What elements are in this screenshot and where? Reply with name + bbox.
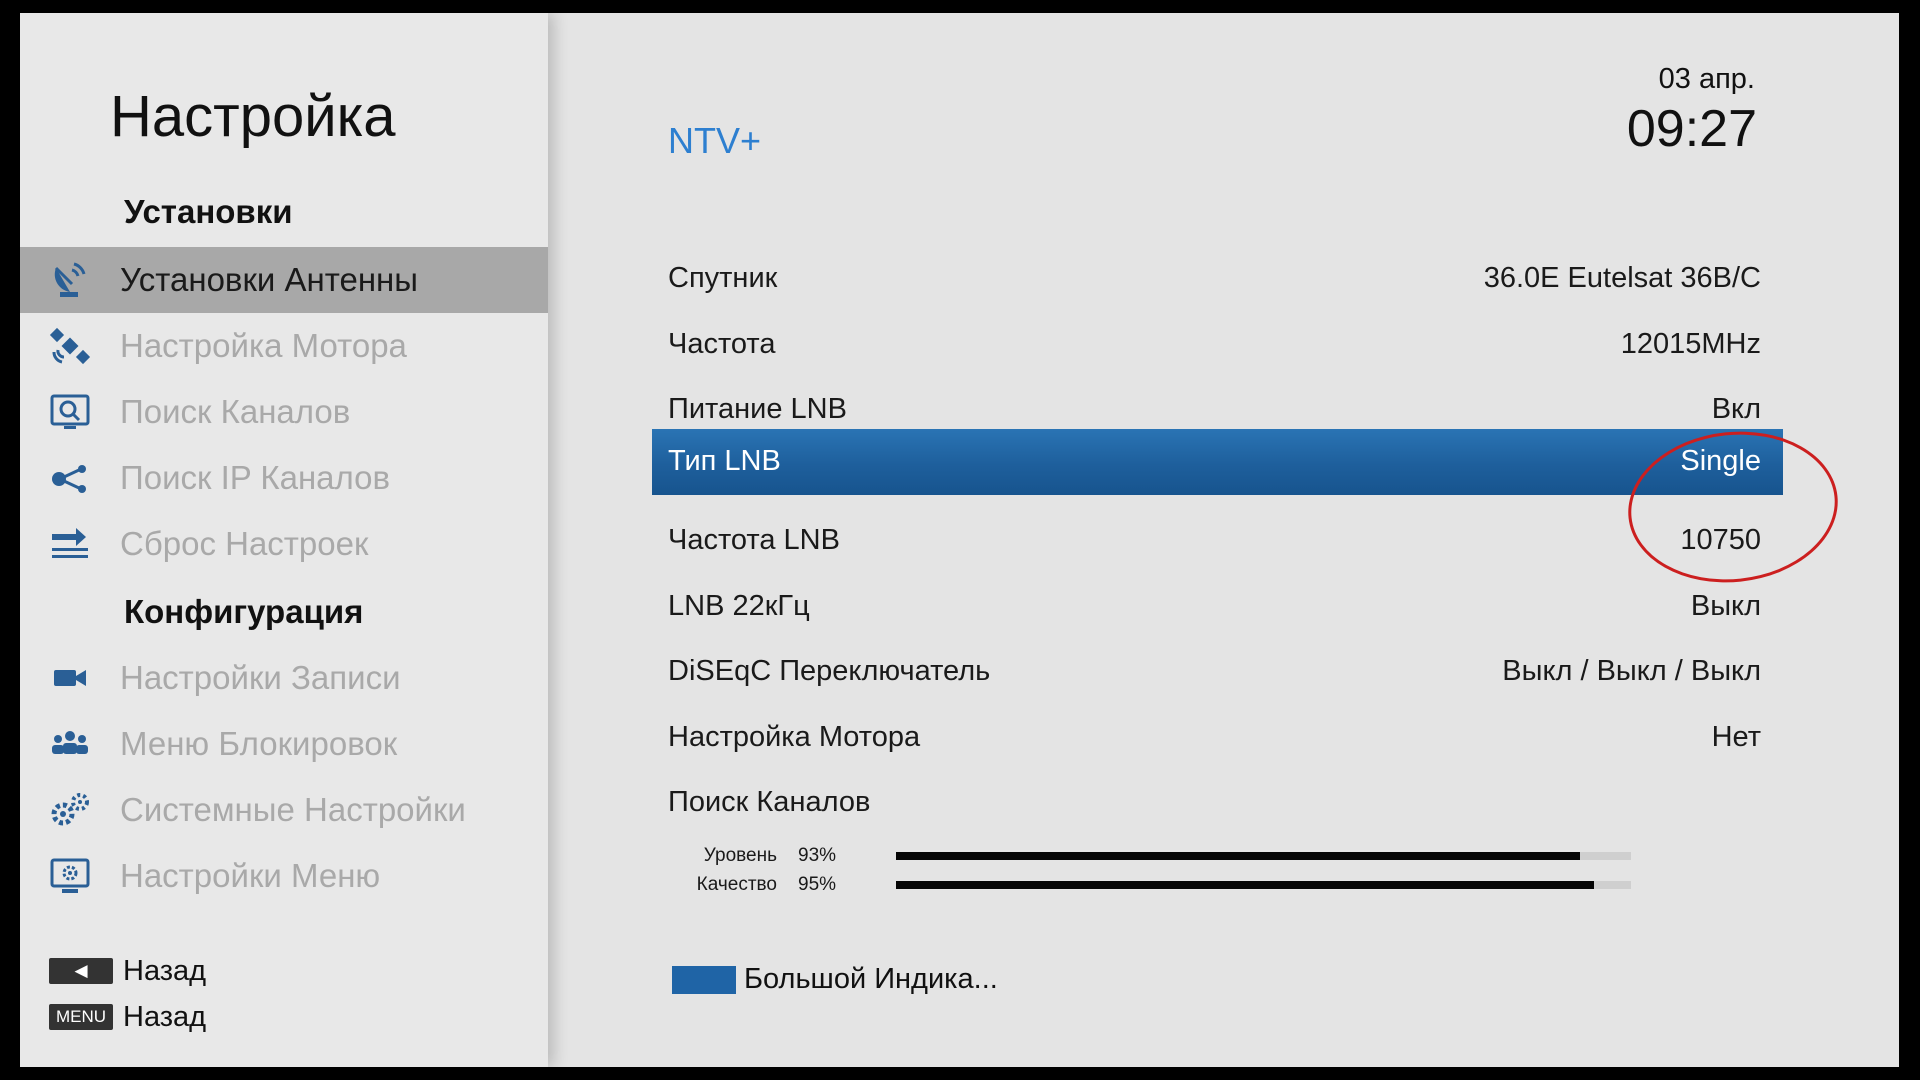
setting-label: Частота bbox=[668, 328, 776, 360]
setting-value: Single bbox=[1680, 445, 1761, 477]
signal-level-percent: 93% bbox=[798, 845, 837, 866]
sidebar-item-label: Установки Антенны bbox=[120, 261, 418, 298]
setting-row-motor-settings[interactable]: Настройка Мотора Нет bbox=[652, 705, 1783, 771]
sidebar-item-menu-settings[interactable]: Настройки Меню bbox=[20, 843, 548, 909]
signal-quality-meter: Качество 95% bbox=[652, 871, 1783, 899]
setting-value: 10750 bbox=[1680, 524, 1761, 556]
section-heading-configuration: Конфигурация bbox=[124, 593, 364, 630]
signal-quality-label: Качество bbox=[696, 874, 777, 895]
setting-row-lnb-frequency[interactable]: Частота LNB 10750 bbox=[652, 508, 1783, 574]
sidebar-item-label: Системные Настройки bbox=[120, 791, 466, 828]
back-hint[interactable]: ◀ Назад bbox=[49, 955, 206, 987]
setting-value: Выкл bbox=[1690, 590, 1761, 622]
satellite-icon bbox=[49, 327, 91, 365]
setting-value: 36.0E Eutelsat 36B/C bbox=[1483, 262, 1761, 294]
sidebar-item-reset-settings[interactable]: Сброс Настроек bbox=[20, 511, 548, 577]
big-indicator-label: Большой Индика... bbox=[744, 963, 998, 995]
signal-level-bar bbox=[896, 852, 1631, 860]
setting-value: 12015MHz bbox=[1620, 328, 1761, 360]
setting-label: Тип LNB bbox=[668, 445, 781, 477]
menu-back-hint[interactable]: MENU Назад bbox=[49, 1001, 206, 1033]
back-arrow-key-icon: ◀ bbox=[49, 958, 113, 984]
monitor-settings-icon bbox=[50, 858, 90, 893]
sidebar-item-label: Настройки Записи bbox=[120, 659, 401, 696]
sidebar: Настройка Установки Установки Антенны На… bbox=[20, 13, 548, 1067]
setting-row-frequency[interactable]: Частота 12015MHz bbox=[652, 312, 1783, 378]
signal-level-label: Уровень bbox=[703, 845, 777, 866]
setting-row-lnb-type[interactable]: Тип LNB Single bbox=[652, 429, 1783, 495]
signal-quality-bar bbox=[896, 881, 1631, 889]
sidebar-item-antenna-settings[interactable]: Установки Антенны bbox=[20, 247, 548, 313]
setting-label: LNB 22кГц bbox=[668, 590, 810, 622]
sidebar-item-label: Меню Блокировок bbox=[120, 725, 398, 762]
clock-display: 09:27 bbox=[1626, 100, 1757, 158]
menu-key-icon: MENU bbox=[49, 1004, 113, 1030]
setting-label: DiSEqC Переключатель bbox=[668, 655, 991, 687]
setting-row-channel-search[interactable]: Поиск Каналов bbox=[652, 770, 1783, 836]
blue-key-icon bbox=[672, 965, 736, 994]
setting-value: Выкл / Выкл / Выкл bbox=[1502, 655, 1761, 687]
satellite-dish-icon bbox=[54, 262, 86, 297]
sidebar-item-recording-settings[interactable]: Настройки Записи bbox=[20, 645, 548, 711]
video-camera-icon bbox=[54, 670, 86, 686]
sidebar-item-label: Настройка Мотора bbox=[120, 327, 407, 364]
sidebar-item-label: Настройки Меню bbox=[120, 857, 381, 894]
sidebar-item-system-settings[interactable]: Системные Настройки bbox=[20, 777, 548, 843]
signal-level-bar-fill bbox=[896, 852, 1580, 860]
tv-screen: Настройка Установки Установки Антенны На… bbox=[20, 13, 1899, 1067]
setting-row-diseqc-switch[interactable]: DiSEqC Переключатель Выкл / Выкл / Выкл bbox=[652, 639, 1783, 705]
gears-icon bbox=[51, 793, 89, 826]
setting-label: Поиск Каналов bbox=[668, 786, 871, 818]
setting-label: Настройка Мотора bbox=[668, 721, 921, 753]
setting-row-satellite[interactable]: Спутник 36.0E Eutelsat 36B/C bbox=[652, 246, 1783, 312]
signal-level-meter: Уровень 93% bbox=[652, 842, 1783, 870]
sidebar-item-label: Поиск Каналов bbox=[120, 393, 351, 430]
sidebar-item-ip-channel-search[interactable]: Поиск IP Каналов bbox=[20, 445, 548, 511]
setting-row-lnb-22khz[interactable]: LNB 22кГц Выкл bbox=[652, 574, 1783, 640]
sidebar-item-channel-search[interactable]: Поиск Каналов bbox=[20, 379, 548, 445]
people-icon bbox=[52, 731, 88, 754]
sidebar-title: Настройка bbox=[110, 84, 396, 149]
signal-quality-bar-fill bbox=[896, 881, 1595, 889]
setting-label: Частота LNB bbox=[668, 524, 840, 556]
network-icon bbox=[52, 465, 86, 493]
back-hint-label: Назад bbox=[123, 954, 207, 987]
date-display: 03 апр. bbox=[1658, 63, 1755, 95]
reset-icon bbox=[52, 528, 88, 558]
menu-back-hint-label: Назад bbox=[123, 1000, 207, 1033]
big-indicator-button[interactable]: Большой Индика... bbox=[672, 963, 998, 996]
setting-label: Спутник bbox=[668, 262, 778, 294]
setting-value: Нет bbox=[1711, 721, 1761, 753]
sidebar-item-lock-menu[interactable]: Меню Блокировок bbox=[20, 711, 548, 777]
setting-label: Питание LNB bbox=[668, 393, 847, 425]
sidebar-item-motor-settings[interactable]: Настройка Мотора bbox=[20, 313, 548, 379]
signal-quality-percent: 95% bbox=[798, 874, 837, 895]
sidebar-item-label: Сброс Настроек bbox=[120, 525, 369, 562]
setting-value: Вкл bbox=[1711, 393, 1761, 425]
channel-search-icon bbox=[50, 394, 90, 429]
sidebar-item-label: Поиск IP Каналов bbox=[120, 459, 391, 496]
section-heading-installations: Установки bbox=[124, 193, 293, 230]
page-title: NTV+ bbox=[668, 120, 762, 161]
